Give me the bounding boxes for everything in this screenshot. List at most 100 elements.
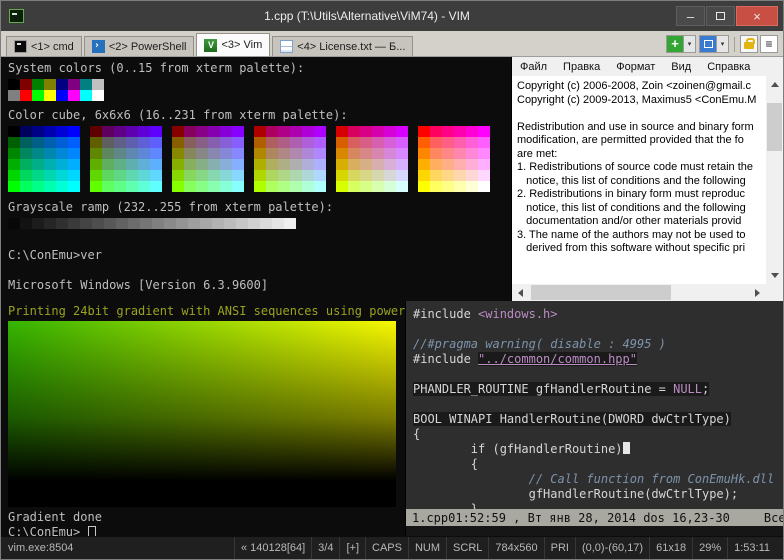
window-title: 1.cpp (T:\Utils\Alternative\ViM74) - VIM: [71, 1, 663, 31]
tab-vim[interactable]: <3> Vim: [196, 33, 270, 56]
scroll-up-button[interactable]: [766, 76, 783, 93]
color-swatch: [8, 90, 20, 101]
notepad-text-line: 2. Redistributions in binary form must r…: [517, 188, 766, 202]
vim-code[interactable]: #include <windows.h> //#pragma warning( …: [406, 301, 783, 509]
notepad-text-line: derived from this software without speci…: [517, 242, 766, 256]
notepad-menu-item-5[interactable]: Справка: [699, 61, 758, 73]
vertical-scrollbar[interactable]: [766, 76, 783, 284]
notepad-text-line: [517, 107, 766, 121]
notepad-text-line: Redistribution and use in source and bin…: [517, 121, 766, 135]
lock-button[interactable]: [740, 35, 758, 53]
scroll-right-button[interactable]: [749, 284, 766, 301]
color-cube-block: [336, 126, 408, 192]
horizontal-scrollbar[interactable]: [512, 284, 766, 301]
vim-code-line: // Call function from ConEmuHk.dll: [413, 472, 783, 487]
terminal-pane-cmd[interactable]: System colors (0..15 from xterm palette)…: [1, 57, 511, 301]
new-console-button[interactable]: +: [666, 35, 684, 53]
statusbar-segment[interactable]: (0,0)-(60,17): [575, 537, 649, 559]
vim-code-line: [413, 322, 783, 337]
close-button[interactable]: ×: [736, 6, 778, 26]
scroll-left-button[interactable]: [512, 284, 529, 301]
scroll-down-button[interactable]: [766, 267, 783, 284]
statusbar-segment[interactable]: 1:53:11: [727, 537, 776, 559]
terminal-prompt-line: C:\ConEmu>: [8, 525, 405, 536]
color-swatch: [20, 79, 32, 90]
app-icon: [9, 9, 24, 23]
statusbar-segment[interactable]: 29%: [692, 537, 727, 559]
terminal-prompt-line: C:\ConEmu>ver: [8, 248, 511, 263]
vim-pane[interactable]: #include <windows.h> //#pragma warning( …: [405, 301, 783, 536]
color-cube-block: [90, 126, 162, 192]
statusbar-segment[interactable]: [+]: [339, 537, 365, 559]
chevron-down-icon: ▾: [688, 40, 692, 48]
blank-line: [8, 263, 511, 278]
powershell-icon: [92, 40, 105, 53]
notepad-menu-item-3[interactable]: Формат: [608, 61, 663, 73]
notepad-text-line: documentation and/or other materials pro…: [517, 215, 766, 229]
ansi-gradient: [8, 321, 396, 507]
toolbar-separator: [734, 37, 735, 52]
system-colors-swatches: [8, 79, 511, 101]
vim-code-line: gfHandlerRoutine(dwCtrlType);: [413, 487, 783, 502]
new-console-dropdown[interactable]: ▾: [684, 35, 696, 53]
vim-commandline: [406, 526, 783, 536]
tab-label: <3> Vim: [221, 39, 262, 51]
color-swatch: [56, 90, 68, 101]
tab-label: <2> PowerShell: [109, 41, 187, 53]
window-controls: – ×: [676, 6, 783, 26]
arrow-left-icon: [518, 289, 523, 297]
vim-status-info: 01:52:59 , Вт янв 28, 2014 dos 16,23-30: [448, 511, 730, 525]
color-swatch: [92, 79, 104, 90]
statusbar-segment[interactable]: « 140128[64]: [234, 537, 311, 559]
system-menu-button[interactable]: ≡: [760, 35, 778, 53]
chevron-down-icon: ▾: [721, 40, 725, 48]
statusbar-process[interactable]: vim.exe:8504: [8, 542, 83, 554]
color-cube-block: [172, 126, 244, 192]
statusbar-segment[interactable]: 3/4: [311, 537, 339, 559]
vim-icon: [204, 39, 217, 52]
horizontal-scroll-thumb[interactable]: [531, 285, 671, 300]
notepad-menu-item-2[interactable]: Правка: [555, 61, 608, 73]
tab-label: <1> cmd: [31, 41, 74, 53]
color-cube-block: [254, 126, 326, 192]
minimize-button[interactable]: –: [676, 6, 705, 26]
vim-code-line: if (gfHandlerRoutine): [413, 442, 783, 457]
terminal-pane-powershell[interactable]: Printing 24bit gradient with ANSI sequen…: [1, 301, 405, 536]
statusbar-segment[interactable]: 784x560: [488, 537, 543, 559]
notepad-icon: [280, 40, 293, 53]
statusbar-segment[interactable]: NUM: [408, 537, 446, 559]
vim-cursor: [623, 442, 630, 454]
statusbar-segment[interactable]: 61x18: [649, 537, 692, 559]
lock-icon: [744, 42, 754, 49]
plus-icon: +: [671, 36, 679, 52]
statusbar-segment[interactable]: PRI: [544, 537, 575, 559]
tab-powershell[interactable]: <2> PowerShell: [84, 36, 195, 56]
vertical-scroll-thumb[interactable]: [767, 103, 782, 151]
notepad-text-line: are met:: [517, 148, 766, 162]
notepad-text[interactable]: Copyright (c) 2006-2008, Zoin <zoinen@gm…: [512, 76, 766, 284]
window-switch-dropdown[interactable]: ▾: [717, 35, 729, 53]
vim-code-line: PHANDLER_ROUTINE gfHandlerRoutine = NULL…: [413, 382, 783, 397]
tab-label: <4> License.txt — Б...: [297, 41, 405, 53]
terminal-text-line: System colors (0..15 from xterm palette)…: [8, 61, 511, 76]
vim-code-line: [413, 397, 783, 412]
notepad-menu-item-1[interactable]: Файл: [512, 61, 555, 73]
vim-code-line: //#pragma warning( disable : 4995 ): [413, 337, 783, 352]
tabbar: <1> cmd <2> PowerShell <3> Vim <4> License.…: [1, 31, 783, 57]
notepad-text-line: 3. The name of the authors may not be us…: [517, 229, 766, 243]
window-switch-button[interactable]: [699, 35, 717, 53]
blank-line: [8, 233, 511, 248]
vim-code-line: {: [413, 457, 783, 472]
statusbar-segment[interactable]: SCRL: [446, 537, 488, 559]
statusbar-segment[interactable]: CAPS: [365, 537, 408, 559]
color-swatch: [80, 90, 92, 101]
notepad-menu-item-4[interactable]: Вид: [663, 61, 699, 73]
color-swatch: [80, 79, 92, 90]
tab-notepad[interactable]: <4> License.txt — Б...: [272, 36, 413, 56]
notepad-text-line: Copyright (c) 2009-2013, Maximus5 <ConEm…: [517, 94, 766, 108]
titlebar[interactable]: 1.cpp (T:\Utils\Alternative\ViM74) - VIM…: [1, 1, 783, 31]
maximize-button[interactable]: [706, 6, 735, 26]
prompt-text: C:\ConEmu>: [8, 525, 87, 536]
tab-cmd[interactable]: <1> cmd: [6, 36, 82, 56]
arrow-down-icon: [771, 273, 779, 278]
